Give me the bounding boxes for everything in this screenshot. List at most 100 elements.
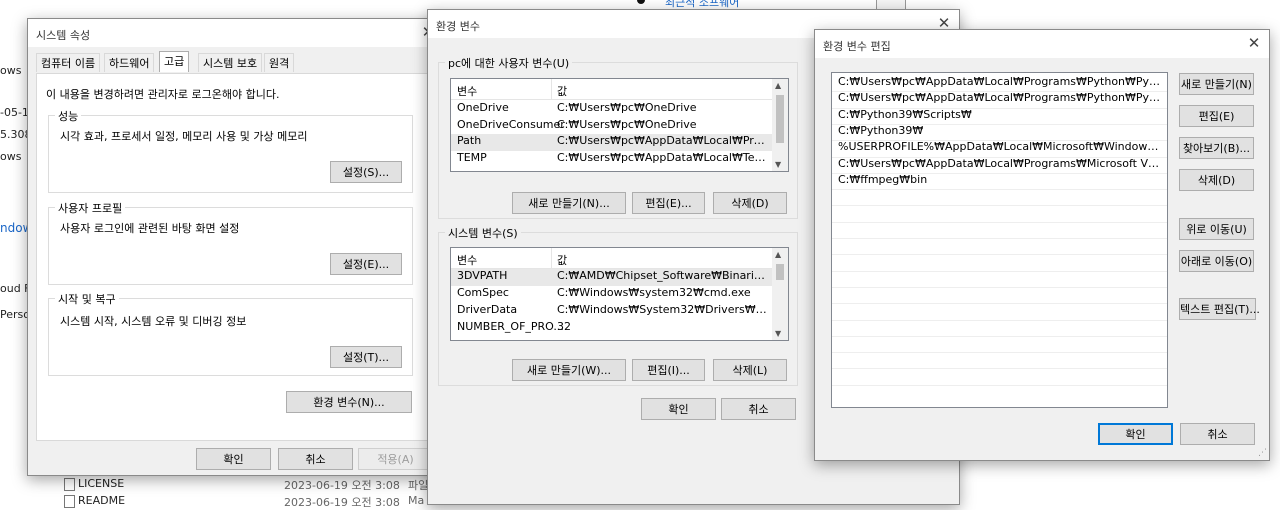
table-row[interactable]: OneDriveConsumer C:₩Users₩pc₩OneDrive [451, 118, 772, 135]
system-properties-dialog: 시스템 속성 ✕ 컴퓨터 이름 하드웨어 고급 시스템 보호 원격 이 내용을 … [27, 18, 444, 476]
tab-advanced[interactable]: 고급 [159, 51, 190, 72]
file-type: Ma [408, 494, 425, 507]
table-row[interactable]: Path C:₩Users₩pc₩AppData₩Local₩Programs₩… [451, 134, 772, 151]
var-value: C:₩Windows₩System32₩Drivers₩DriverData [557, 303, 770, 316]
table-row[interactable]: TEMP C:₩Users₩pc₩AppData₩Local₩Temp [451, 151, 772, 168]
resize-grip-icon[interactable]: ⋰ [1258, 449, 1267, 458]
var-value: C:₩AMD₩Chipset_Software₩Binaries₩3D_... [557, 269, 770, 282]
edit-button[interactable]: 편집(E) [1179, 105, 1254, 127]
scroll-down-icon[interactable]: ▼ [775, 160, 781, 169]
ok-button[interactable]: 확인 [1098, 423, 1173, 445]
cancel-button[interactable]: 취소 [1180, 423, 1255, 445]
table-row[interactable]: NUMBER_OF_PRO... 32 [451, 320, 772, 337]
person-icon [637, 0, 645, 4]
var-name: DriverData [457, 303, 518, 316]
list-item[interactable]: C:₩Python39₩Scripts₩ [838, 108, 1163, 124]
table-row[interactable]: DriverData C:₩Windows₩System32₩Drivers₩D… [451, 303, 772, 320]
bg-fragment: ows [0, 150, 22, 163]
var-value: C:₩Users₩pc₩OneDrive [557, 101, 697, 114]
performance-settings-button[interactable]: 설정(S)... [330, 161, 402, 183]
path-list[interactable]: C:₩Users₩pc₩AppData₩Local₩Programs₩Pytho… [831, 72, 1168, 408]
admin-note: 이 내용을 변경하려면 관리자로 로그온해야 합니다. [46, 88, 280, 101]
list-item[interactable]: %USERPROFILE%₩AppData₩Local₩Microsoft₩Wi… [838, 140, 1163, 156]
column-divider [551, 248, 552, 268]
list-row-line [832, 156, 1167, 158]
user-new-button[interactable]: 새로 만들기(N)... [512, 192, 626, 214]
scroll-up-icon[interactable]: ▲ [775, 81, 781, 90]
list-item[interactable]: C:₩Users₩pc₩AppData₩Local₩Programs₩Pytho… [838, 91, 1163, 107]
tab-hardware[interactable]: 하드웨어 [104, 53, 155, 72]
list-row-line [832, 335, 1167, 337]
ok-button[interactable]: 확인 [641, 398, 716, 420]
edit-environment-variable-dialog: 환경 변수 편집 ✕ C:₩Users₩pc₩AppData₩Local₩Pro… [814, 29, 1270, 461]
var-name: 3DVPATH [457, 269, 508, 282]
column-header-variable[interactable]: 변수 [457, 252, 477, 268]
user-variables-group: pc에 대한 사용자 변수(U) 변수 값 OneDrive C:₩Users₩… [438, 55, 798, 219]
scrollbar[interactable]: ▲ ▼ [772, 79, 788, 171]
system-new-button[interactable]: 새로 만들기(W)... [512, 359, 626, 381]
environment-variables-button[interactable]: 환경 변수(N)... [286, 391, 412, 413]
file-name[interactable]: LICENSE [78, 477, 124, 490]
list-item[interactable]: C:₩Users₩pc₩AppData₩Local₩Programs₩Pytho… [838, 75, 1163, 91]
user-delete-button[interactable]: 삭제(D) [713, 192, 787, 214]
list-item[interactable]: C:₩Python39₩ [838, 124, 1163, 140]
tab-system-protection[interactable]: 시스템 보호 [198, 53, 263, 72]
list-row-line [832, 352, 1167, 354]
list-row-line [832, 270, 1167, 272]
group-title: 사용자 프로필 [55, 200, 126, 216]
edit-text-button[interactable]: 텍스트 편집(T)... [1179, 298, 1260, 320]
user-profile-settings-button[interactable]: 설정(E)... [330, 253, 402, 275]
file-name[interactable]: README [78, 494, 125, 507]
tab-strip: 컴퓨터 이름 하드웨어 고급 시스템 보호 원격 [36, 51, 436, 74]
close-icon[interactable]: ✕ [1245, 34, 1263, 52]
column-header-value[interactable]: 값 [557, 252, 786, 268]
cancel-button[interactable]: 취소 [721, 398, 796, 420]
var-name: Path [457, 134, 482, 147]
delete-button[interactable]: 삭제(D) [1179, 169, 1254, 191]
scroll-up-icon[interactable]: ▲ [775, 250, 781, 259]
system-delete-button[interactable]: 삭제(L) [713, 359, 787, 381]
group-title: 성능 [55, 108, 82, 124]
list-row-line [832, 286, 1167, 288]
titlebar: 환경 변수 편집 ✕ [815, 30, 1269, 58]
scrollbar[interactable]: ▲ ▼ [772, 248, 788, 340]
move-up-button[interactable]: 위로 이동(U) [1179, 218, 1254, 240]
list-row-line [832, 368, 1167, 370]
scroll-down-icon[interactable]: ▼ [775, 329, 781, 338]
list-item[interactable]: C:₩Users₩pc₩AppData₩Local₩Programs₩Micro… [838, 157, 1163, 173]
list-row-line [832, 107, 1167, 109]
ok-button[interactable]: 확인 [196, 448, 271, 470]
column-header-variable[interactable]: 변수 [457, 83, 477, 99]
table-row[interactable]: OneDrive C:₩Users₩pc₩OneDrive [451, 101, 772, 118]
move-down-button[interactable]: 아래로 이동(O) [1179, 250, 1254, 272]
file-date: 2023-06-19 오전 3:08 [284, 479, 400, 492]
file-date: 2023-06-19 오전 3:08 [284, 496, 400, 509]
tab-remote[interactable]: 원격 [264, 53, 295, 72]
user-edit-button[interactable]: 편집(E)... [632, 192, 705, 214]
var-name: NUMBER_OF_PRO... [457, 320, 564, 333]
cancel-button[interactable]: 취소 [278, 448, 353, 470]
new-button[interactable]: 새로 만들기(N) [1179, 73, 1254, 95]
browse-button[interactable]: 찾아보기(B)... [1179, 137, 1254, 159]
titlebar: 시스템 속성 ✕ [28, 19, 443, 47]
list-row-line [832, 319, 1167, 321]
startup-recovery-settings-button[interactable]: 설정(T)... [330, 346, 402, 368]
apply-button[interactable]: 적용(A) [358, 448, 433, 470]
system-variables-list[interactable]: 변수 값 3DVPATH C:₩AMD₩Chipset_Software₩Bin… [450, 247, 789, 341]
table-row[interactable]: ComSpec C:₩Windows₩system32₩cmd.exe [451, 286, 772, 303]
list-item[interactable]: C:₩ffmpeg₩bin [838, 173, 1163, 189]
user-variables-list[interactable]: 변수 값 OneDrive C:₩Users₩pc₩OneDrive OneDr… [450, 78, 789, 172]
scroll-thumb[interactable] [776, 264, 784, 280]
table-row[interactable]: 3DVPATH C:₩AMD₩Chipset_Software₩Binaries… [451, 269, 772, 286]
list-header: 변수 값 [451, 79, 788, 100]
tab-computer-name[interactable]: 컴퓨터 이름 [36, 53, 101, 72]
list-row-line [832, 172, 1167, 174]
scroll-thumb[interactable] [776, 95, 784, 143]
column-divider [551, 79, 552, 99]
user-profile-group: 사용자 프로필 사용자 로그인에 관련된 바탕 화면 설정 설정(E)... [48, 200, 413, 285]
group-desc: 사용자 로그인에 관련된 바탕 화면 설정 [60, 222, 240, 235]
column-header-value[interactable]: 값 [557, 83, 786, 99]
list-row-line [832, 303, 1167, 305]
system-edit-button[interactable]: 편집(I)... [632, 359, 705, 381]
bg-fragment: ows [0, 64, 22, 77]
